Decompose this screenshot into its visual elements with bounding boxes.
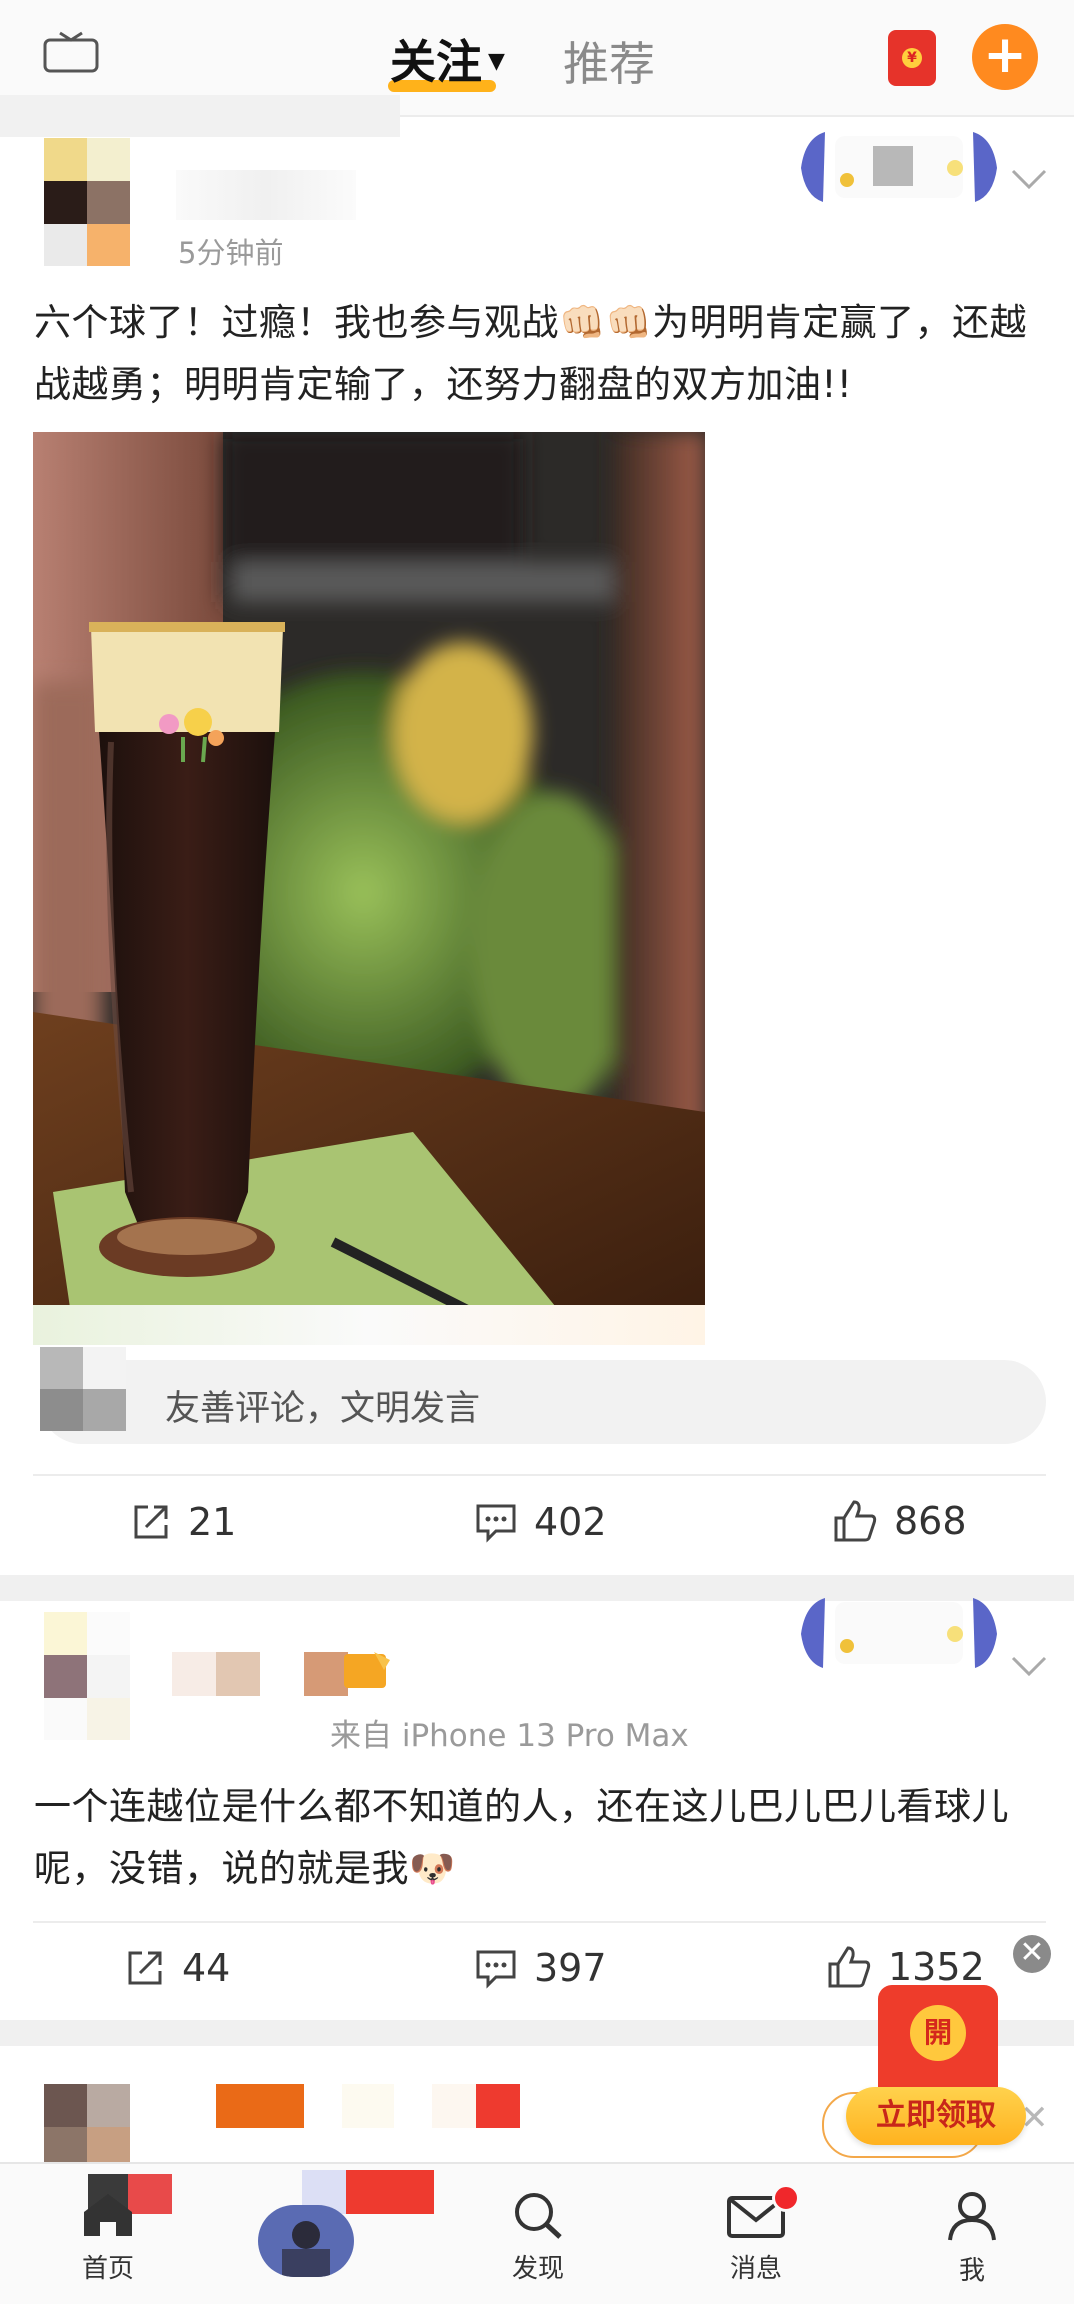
claim-now-button[interactable]: 立即领取 — [846, 2087, 1026, 2145]
compose-button[interactable]: + — [972, 24, 1038, 90]
like-count: 868 — [894, 1499, 967, 1543]
comment-icon — [476, 1504, 516, 1543]
comment-count: 397 — [534, 1946, 607, 1990]
tab-recommend[interactable]: 推荐 — [563, 28, 655, 94]
tab-follow[interactable]: 关注 ▼ — [390, 26, 505, 92]
decorative-badge-icon — [801, 132, 997, 202]
blurred-region — [0, 95, 400, 137]
like-button[interactable]: 1352 — [826, 1944, 985, 1990]
tv-icon[interactable] — [42, 30, 100, 74]
open-seal: 開 — [910, 2005, 966, 2061]
username-blurred[interactable] — [172, 2084, 532, 2130]
nav-discover-label: 发现 — [511, 2254, 564, 2284]
nav-discover[interactable]: 发现 — [468, 2190, 608, 2285]
tab-follow-label: 关注 — [390, 35, 482, 89]
decorative-badge-icon — [801, 1598, 997, 1668]
chevron-down-icon[interactable] — [1010, 1655, 1048, 1677]
vip-badge-icon — [344, 1652, 390, 1688]
home-icon — [84, 2194, 132, 2236]
post-image[interactable] — [33, 432, 705, 1328]
blurred-region — [33, 1305, 705, 1345]
close-ad-button[interactable]: ✕ — [1013, 1935, 1051, 1973]
comment-icon — [476, 1950, 516, 1989]
avatar[interactable] — [44, 2084, 130, 2170]
repost-icon — [128, 1951, 162, 1985]
comment-placeholder: 友善评论，文明发言 — [165, 1389, 481, 1429]
chevron-down-icon[interactable] — [1010, 168, 1048, 190]
nav-home-label: 首页 — [81, 2254, 134, 2284]
profile-icon — [948, 2192, 996, 2241]
like-button[interactable]: 868 — [832, 1498, 967, 1544]
nav-messages[interactable]: 消息 — [686, 2190, 826, 2285]
divider — [33, 1474, 1046, 1476]
avatar[interactable] — [44, 138, 130, 266]
video-avatar[interactable] — [258, 2205, 354, 2277]
comment-button[interactable]: 402 — [474, 1500, 607, 1544]
post-source: 来自 iPhone 13 Pro Max — [330, 1718, 689, 1754]
repost-button[interactable]: 21 — [130, 1500, 236, 1544]
like-count: 1352 — [888, 1945, 985, 1989]
repost-icon — [134, 1505, 168, 1539]
caret-down-icon: ▼ — [488, 48, 505, 74]
nav-me[interactable]: 我 — [902, 2190, 1042, 2287]
search-icon — [515, 2193, 562, 2239]
nav-messages-label: 消息 — [729, 2254, 782, 2284]
nav-me-label: 我 — [958, 2256, 985, 2286]
beer-glass-photo — [33, 432, 705, 1328]
repost-count: 21 — [188, 1500, 237, 1544]
avatar[interactable] — [44, 1612, 130, 1740]
repost-count: 44 — [182, 1946, 231, 1990]
comment-button[interactable]: 397 — [474, 1946, 607, 1990]
video-thumbnail — [258, 2205, 354, 2277]
red-packet-icon[interactable]: ¥ — [888, 30, 936, 86]
current-user-avatar — [40, 1347, 126, 1431]
post-time: 5分钟前 — [178, 236, 284, 270]
unread-dot — [772, 2184, 800, 2212]
repost-button[interactable]: 44 — [124, 1946, 230, 1990]
username-blurred[interactable] — [176, 170, 356, 220]
post-text: 一个连越位是什么都不知道的人，还在这儿巴儿巴儿看球儿呢，没错，说的就是我🐶 — [34, 1785, 1009, 1890]
nav-home[interactable]: 首页 — [38, 2190, 178, 2285]
comment-count: 402 — [534, 1500, 607, 1544]
coin-icon: ¥ — [902, 48, 922, 68]
post-text: 六个球了！过瘾！我也参与观战👊🏻👊🏻为明明肯定赢了，还越战越勇；明明肯定输了，还… — [34, 301, 1028, 406]
divider — [33, 1921, 1046, 1923]
thumbs-up-icon — [828, 1946, 871, 1988]
thumbs-up-icon — [834, 1500, 877, 1542]
